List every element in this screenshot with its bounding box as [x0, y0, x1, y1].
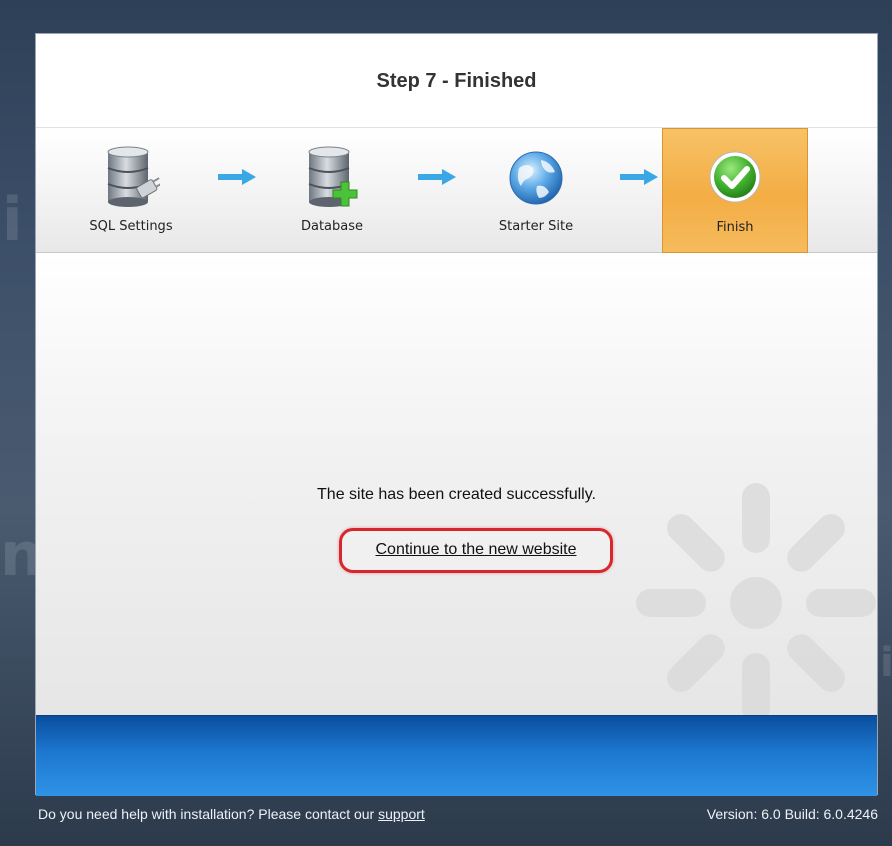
- highlight-ring: Continue to the new website: [339, 528, 613, 573]
- version-label: Version: 6.0 Build: 6.0.4246: [706, 806, 878, 822]
- green-check-icon: [706, 147, 764, 215]
- bottom-bar: [36, 715, 877, 796]
- help-text: Do you need help with installation? Plea…: [38, 806, 425, 822]
- installer-panel: Step 7 - Finished SQL Settings Database …: [35, 33, 878, 796]
- help-text-label: Do you need help with installation? Plea…: [38, 806, 379, 822]
- footer: Do you need help with installation? Plea…: [38, 806, 878, 824]
- logo-watermark-icon: [596, 443, 877, 715]
- arrow-right-icon: [620, 169, 658, 185]
- database-plug-icon: [102, 146, 163, 214]
- step-finish: Finish: [662, 128, 808, 253]
- step-sql-settings: SQL Settings: [58, 128, 204, 253]
- support-link[interactable]: support: [378, 806, 425, 822]
- globe-icon: [507, 146, 565, 214]
- wizard-steps-bar: SQL Settings Database Starter Site Finis…: [36, 128, 877, 253]
- step-label: Starter Site: [498, 219, 574, 234]
- step-label: Finish: [716, 220, 754, 235]
- page-title: Step 7 - Finished: [376, 70, 537, 92]
- step-label: SQL Settings: [89, 219, 173, 234]
- background-decoration: i: [2, 185, 23, 255]
- background-decoration: i: [880, 640, 892, 686]
- continue-to-website-link[interactable]: Continue to the new website: [342, 541, 610, 559]
- database-add-icon: [303, 146, 361, 214]
- success-message: The site has been created successfully.: [317, 486, 596, 503]
- arrow-right-icon: [218, 169, 256, 185]
- step-database: Database: [259, 128, 405, 253]
- step-label: Database: [300, 219, 364, 234]
- content-area: The site has been created successfully. …: [36, 253, 877, 715]
- arrow-right-icon: [418, 169, 456, 185]
- step-starter-site: Starter Site: [463, 128, 609, 253]
- wizard-header: Step 7 - Finished: [36, 34, 877, 128]
